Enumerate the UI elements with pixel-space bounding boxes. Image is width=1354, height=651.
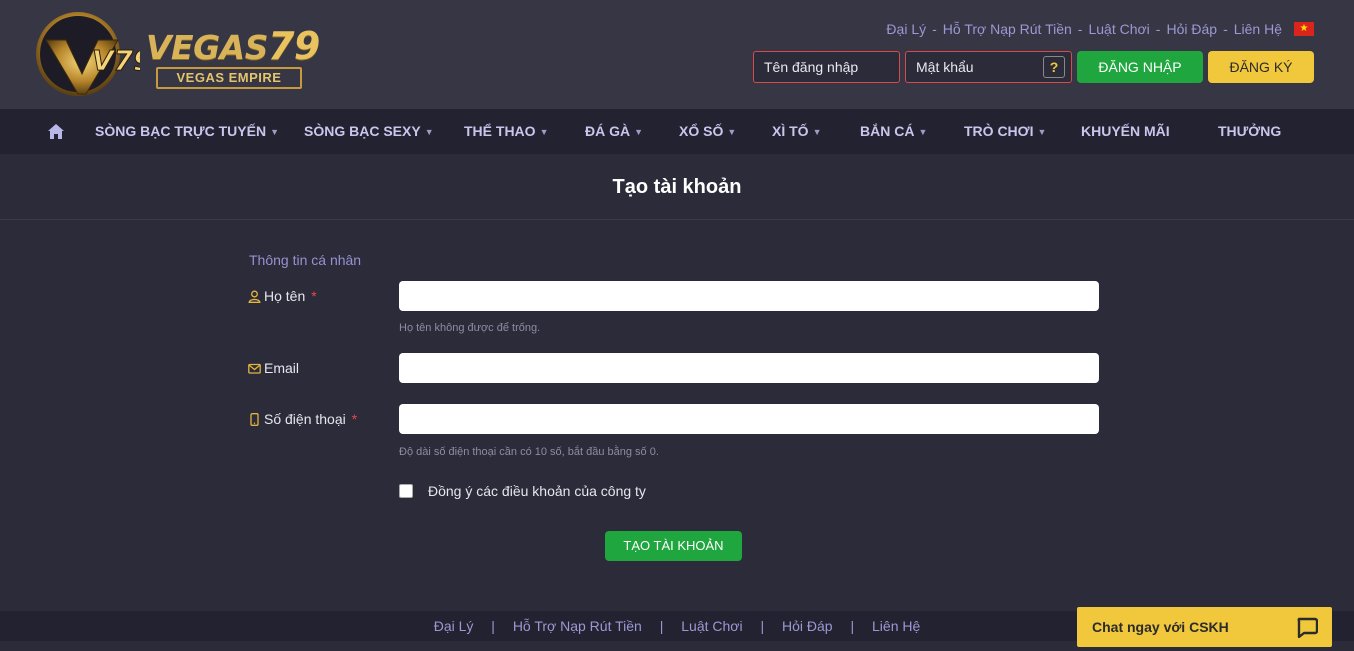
chevron-down-icon: ▼ <box>270 127 279 137</box>
footer-separator: | <box>659 618 664 634</box>
nav-item-sports[interactable]: THỂ THAO ▼ <box>464 109 548 154</box>
fullname-label-text: Họ tên <box>264 288 306 304</box>
vietnam-flag-icon[interactable]: ★ <box>1294 22 1314 36</box>
email-label: Email <box>248 360 299 376</box>
chevron-down-icon: ▼ <box>812 127 822 137</box>
site-logo[interactable]: V79 VEGAS79 VEGAS EMPIRE <box>32 10 322 100</box>
page-title: Tạo tài khoản <box>612 176 742 198</box>
chevron-down-icon: ▼ <box>539 127 549 137</box>
chevron-down-icon: ▼ <box>727 127 737 137</box>
envelope-icon <box>248 363 261 374</box>
required-marker: * <box>351 411 358 427</box>
logo-number: 79 <box>267 24 320 68</box>
chevron-down-icon: ▼ <box>918 127 928 137</box>
logo-word: VEGAS <box>146 28 268 67</box>
create-account-button[interactable]: TẠO TÀI KHOẢN <box>605 531 742 561</box>
chat-support-widget[interactable]: Chat ngay với CSKH <box>1077 607 1332 647</box>
password-help-icon[interactable]: ? <box>1043 56 1065 78</box>
fullname-label: Họ tên * <box>248 288 317 304</box>
nav-item-label: ĐÁ GÀ <box>585 123 631 139</box>
footer-link-deposit-support[interactable]: Hỗ Trợ Nạp Rút Tiền <box>513 618 642 634</box>
username-placeholder: Tên đăng nhập <box>764 59 859 75</box>
toplink-separator: - <box>1077 21 1083 37</box>
chevron-down-icon: ▼ <box>634 127 644 137</box>
nav-item-label: THỂ THAO <box>464 123 536 139</box>
nav-item-label: XÌ TỐ <box>772 123 809 139</box>
login-button[interactable]: ĐĂNG NHẬP <box>1077 51 1203 83</box>
toplink-separator: - <box>1223 21 1228 37</box>
logo-emblem-icon: V79 <box>36 12 140 96</box>
toplink-rules[interactable]: Luật Chơi <box>1088 21 1149 37</box>
nav-item-label: TRÒ CHƠI <box>964 123 1034 139</box>
required-marker: * <box>311 288 317 304</box>
toplink-separator: - <box>1155 21 1161 37</box>
password-input[interactable]: Mật khẩu ? <box>905 51 1072 83</box>
nav-item-promotions[interactable]: KHUYẾN MÃI <box>1081 109 1170 154</box>
chat-label: Chat ngay với CSKH <box>1092 619 1229 635</box>
phone-hint: Độ dài số điện thoại cần có 10 số, bắt đ… <box>399 446 659 458</box>
footer-link-agent[interactable]: Đại Lý <box>434 618 474 634</box>
nav-item-sexy-casino[interactable]: SÒNG BẠC SEXY ▼ <box>304 109 434 154</box>
header: V79 VEGAS79 VEGAS EMPIRE Đại Lý - Hỗ Trợ… <box>0 0 1354 109</box>
fullname-input[interactable] <box>399 281 1099 311</box>
nav-item-poker[interactable]: XÌ TỐ ▼ <box>772 109 821 154</box>
nav-item-lottery[interactable]: XỔ SỐ ▼ <box>679 109 736 154</box>
main-nav: SÒNG BẠC TRỰC TUYẾN ▼ SÒNG BẠC SEXY ▼ THỂ … <box>0 109 1354 154</box>
nav-item-label: KHUYẾN MÃI <box>1081 123 1170 139</box>
nav-item-cockfighting[interactable]: ĐÁ GÀ ▼ <box>585 109 643 154</box>
phone-label-text: Số điện thoại <box>264 411 346 427</box>
toplink-agent[interactable]: Đại Lý <box>886 21 926 37</box>
nav-item-label: SÒNG BẠC SEXY <box>304 123 421 139</box>
logo-wordmark: VEGAS79 <box>146 24 320 68</box>
email-label-text: Email <box>264 360 300 376</box>
logo-tagline: VEGAS EMPIRE <box>156 67 302 89</box>
toplink-deposit-support[interactable]: Hỗ Trợ Nạp Rút Tiền <box>943 21 1072 37</box>
user-icon <box>248 290 261 303</box>
agree-terms-checkbox[interactable] <box>399 484 413 498</box>
section-heading: Thông tin cá nhân <box>249 252 362 268</box>
home-icon[interactable] <box>47 123 65 140</box>
chevron-down-icon: ▼ <box>1037 127 1047 137</box>
phone-input[interactable] <box>399 404 1099 434</box>
nav-item-label: SÒNG BẠC TRỰC TUYẾN <box>95 123 267 139</box>
phone-label: Số điện thoại * <box>248 411 357 427</box>
fullname-hint: Họ tên không được để trống. <box>399 322 541 334</box>
footer-separator: | <box>491 618 495 634</box>
email-field[interactable] <box>399 353 1099 383</box>
footer-link-contact[interactable]: Liên Hệ <box>872 618 920 634</box>
footer-separator: | <box>760 618 765 634</box>
register-button[interactable]: ĐĂNG KÝ <box>1208 51 1314 83</box>
logo-emblem-text: V79 <box>92 44 140 77</box>
mobile-phone-icon <box>250 412 259 426</box>
title-bar: Tạo tài khoản <box>0 154 1354 220</box>
footer-link-rules[interactable]: Luật Chơi <box>681 618 742 634</box>
top-links: Đại Lý - Hỗ Trợ Nạp Rút Tiền - Luật Chơi… <box>886 21 1314 37</box>
agree-terms-label[interactable]: Đồng ý các điều khoản của công ty <box>428 483 646 499</box>
toplink-faq[interactable]: Hỏi Đáp <box>1166 21 1217 37</box>
username-input[interactable]: Tên đăng nhập <box>753 51 900 83</box>
password-placeholder: Mật khẩu <box>916 59 974 75</box>
footer-link-faq[interactable]: Hỏi Đáp <box>782 618 833 634</box>
toplink-contact[interactable]: Liên Hệ <box>1234 21 1282 37</box>
nav-item-games[interactable]: TRÒ CHƠI ▼ <box>964 109 1046 154</box>
nav-item-fishing[interactable]: BẮN CÁ ▼ <box>860 109 927 154</box>
chat-bubble-icon <box>1297 617 1318 638</box>
nav-item-rewards[interactable]: THƯỞNG <box>1218 109 1281 154</box>
nav-item-label: THƯỞNG <box>1218 123 1282 139</box>
nav-item-live-casino[interactable]: SÒNG BẠC TRỰC TUYẾN ▼ <box>95 109 279 154</box>
footer-separator: | <box>850 618 855 634</box>
nav-item-label: XỔ SỐ <box>679 123 724 139</box>
nav-item-label: BẮN CÁ <box>860 123 915 139</box>
chevron-down-icon: ▼ <box>424 127 434 137</box>
toplink-separator: - <box>932 21 937 37</box>
